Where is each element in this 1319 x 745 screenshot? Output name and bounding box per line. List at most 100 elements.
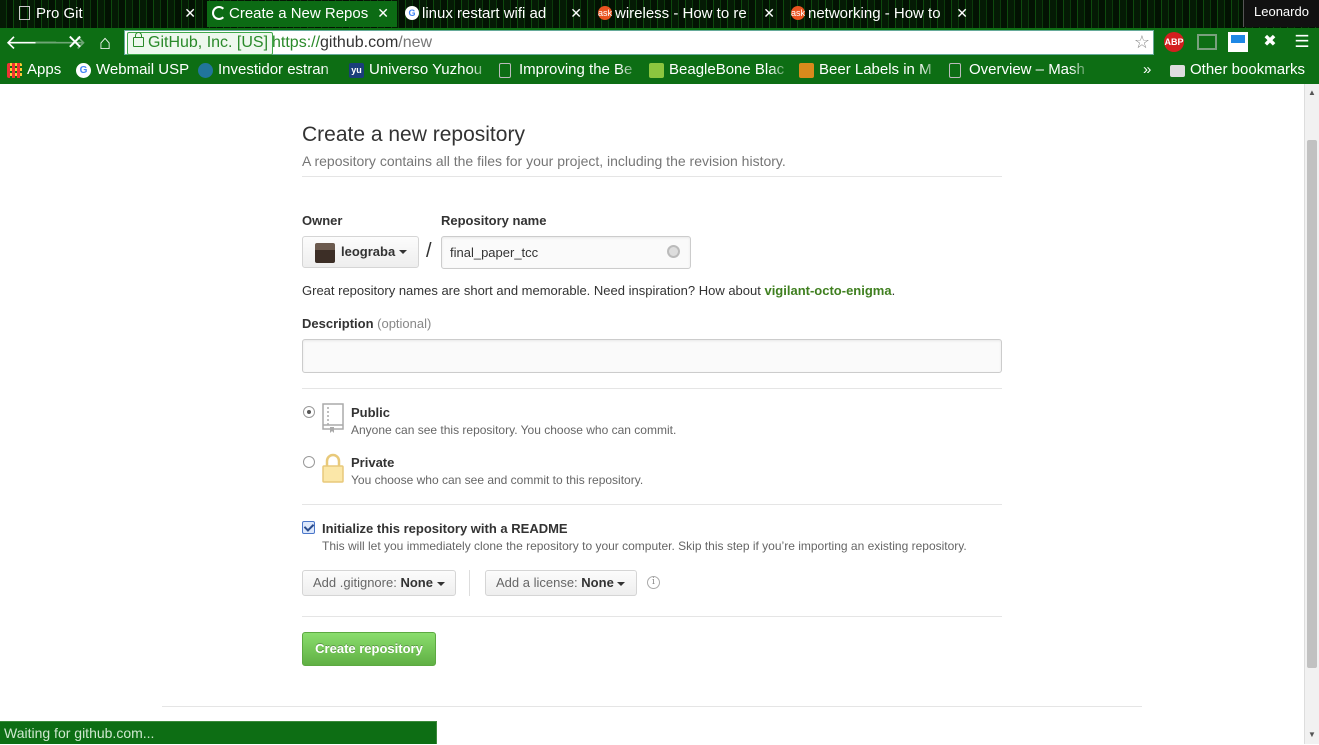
tab-create-repo[interactable]: Create a New Repos ✕	[207, 1, 397, 27]
license-select[interactable]: Add a license: None	[485, 570, 637, 596]
status-bubble: Waiting for github.com...	[0, 721, 437, 744]
tab-title: linux restart wifi ad	[422, 5, 547, 22]
bookmark-webmail-usp[interactable]: G Webmail USP	[74, 58, 194, 84]
caret-down-icon	[399, 250, 407, 254]
bookmark-apps[interactable]: Apps	[5, 58, 75, 84]
readme-note: This will let you immediately clone the …	[322, 539, 967, 553]
tab-strip: Pro Git ✕ Create a New Repos ✕ G linux r…	[0, 0, 1319, 28]
google-icon: G	[76, 63, 91, 78]
bookmark-investidor[interactable]: Investidor estran	[196, 58, 344, 84]
scroll-down-arrow-icon[interactable]: ▼	[1308, 730, 1316, 739]
page-subtitle: A repository contains all the files for …	[302, 153, 786, 169]
beer-icon	[799, 63, 814, 78]
bookmark-beaglebone[interactable]: BeagleBone Blac	[647, 58, 792, 84]
google-icon: G	[405, 6, 419, 20]
readme-label: Initialize this repository with a README	[322, 521, 568, 536]
divider	[302, 388, 1002, 389]
yu-icon: yu	[349, 63, 364, 78]
loading-spinner-icon	[667, 245, 680, 258]
home-icon[interactable]: ⌂	[93, 31, 117, 55]
owner-repo-separator: /	[426, 240, 432, 262]
description-input[interactable]	[302, 339, 1002, 373]
close-icon[interactable]: ✕	[377, 1, 389, 26]
ev-certificate-badge[interactable]: GitHub, Inc. [US]	[127, 32, 274, 55]
tab-networking[interactable]: ask networking - How to ✕	[786, 1, 976, 27]
cast-icon[interactable]	[1197, 34, 1217, 50]
xmark-icon[interactable]: ✖	[1260, 32, 1280, 52]
avatar	[315, 243, 335, 263]
screen-icon[interactable]	[1228, 32, 1248, 52]
askubuntu-icon: ask	[598, 6, 613, 20]
tab-linux-wifi[interactable]: G linux restart wifi ad ✕	[400, 1, 590, 27]
url-text: https://github.com/new	[272, 34, 433, 51]
name-suggestion-hint: Great repository names are short and mem…	[302, 283, 896, 298]
lock-icon	[133, 32, 144, 47]
tab-title: Create a New Repos	[229, 5, 369, 22]
info-icon[interactable]: i	[647, 576, 660, 589]
public-radio[interactable]	[303, 406, 315, 418]
caret-down-icon	[436, 581, 445, 586]
divider	[302, 504, 1002, 505]
owner-label: Owner	[302, 213, 343, 228]
repo-name-label: Repository name	[441, 213, 547, 228]
page-title: Create a new repository	[302, 123, 525, 146]
profile-button[interactable]: Leonardo	[1243, 0, 1319, 27]
tab-wireless[interactable]: ask wireless - How to re ✕	[593, 1, 783, 27]
bookmark-beer-labels[interactable]: Beer Labels in M	[797, 58, 942, 84]
close-icon[interactable]: ✕	[763, 1, 775, 26]
bookmarks-bar: Apps G Webmail USP Investidor estran yu …	[0, 58, 1319, 84]
lock-icon	[322, 453, 344, 483]
abp-icon[interactable]: ABP	[1164, 32, 1184, 52]
suggestion-link[interactable]: vigilant-octo-enigma	[764, 283, 891, 298]
create-repository-button[interactable]: Create repository	[302, 632, 436, 666]
tab-title: wireless - How to re	[615, 5, 747, 22]
tab-pro-git[interactable]: Pro Git ✕	[14, 1, 204, 27]
public-note: Anyone can see this repository. You choo…	[351, 423, 677, 437]
bookmark-improving[interactable]: Improving the Be	[497, 58, 641, 84]
page-content: Create a new repository A repository con…	[0, 84, 1304, 744]
menu-icon[interactable]: ☰	[1292, 32, 1312, 52]
page-icon	[499, 63, 511, 78]
scroll-up-arrow-icon[interactable]: ▲	[1308, 88, 1316, 97]
apps-grid-icon	[7, 63, 22, 78]
askubuntu-icon: ask	[791, 6, 806, 20]
divider	[302, 616, 1002, 617]
divider	[302, 176, 1002, 177]
repo-name-input[interactable]	[441, 236, 691, 269]
forward-arrow-icon[interactable]: 🡒	[33, 31, 87, 55]
public-title: Public	[351, 405, 391, 420]
description-label: Description (optional)	[302, 316, 432, 331]
beaglebone-icon	[649, 63, 664, 78]
address-bar[interactable]: GitHub, Inc. [US] https://github.com/new…	[124, 30, 1154, 55]
bookmarks-overflow-button[interactable]: »	[1139, 58, 1159, 84]
close-icon[interactable]: ✕	[184, 1, 196, 26]
private-note: You choose who can see and commit to thi…	[351, 473, 644, 487]
browser-toolbar: 🡐 🡒 ✕ ⌂ GitHub, Inc. [US] https://github…	[0, 28, 1319, 58]
tab-title: Pro Git	[36, 5, 83, 22]
owner-select[interactable]: leograba	[302, 236, 419, 268]
folder-icon	[1170, 65, 1185, 77]
stop-icon[interactable]: ✕	[63, 31, 87, 55]
private-radio[interactable]	[303, 456, 315, 468]
page-icon	[19, 6, 30, 20]
page-icon	[949, 63, 961, 78]
bookmark-star-icon[interactable]: ☆	[1134, 31, 1150, 54]
gitignore-select[interactable]: Add .gitignore: None	[302, 570, 456, 596]
bookmark-universo-yuzhou[interactable]: yu Universo Yuzhou	[347, 58, 492, 84]
loading-spinner-icon	[212, 6, 226, 20]
divider	[469, 570, 470, 596]
readme-checkbox[interactable]	[302, 521, 315, 534]
private-title: Private	[351, 455, 395, 470]
bookmark-overview-mash[interactable]: Overview – Mash	[947, 58, 1092, 84]
repo-book-icon	[322, 403, 344, 433]
back-arrow-icon[interactable]: 🡐	[5, 31, 59, 55]
footer-divider	[162, 706, 1142, 707]
caret-down-icon	[617, 581, 626, 586]
other-bookmarks[interactable]: Other bookmarks	[1168, 58, 1318, 84]
wordpress-icon	[198, 63, 213, 78]
tab-title: networking - How to	[808, 5, 941, 22]
scrollbar-thumb[interactable]	[1307, 140, 1317, 668]
close-icon[interactable]: ✕	[570, 1, 582, 26]
close-icon[interactable]: ✕	[956, 1, 968, 26]
vertical-scrollbar[interactable]: ▲ ▼	[1304, 84, 1319, 744]
